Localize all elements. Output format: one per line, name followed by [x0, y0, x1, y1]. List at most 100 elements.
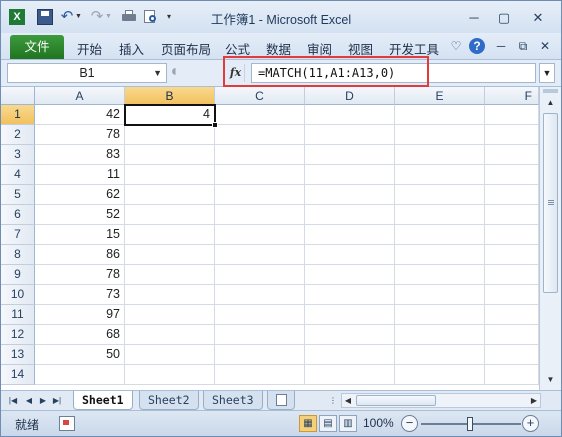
column-header-c[interactable]: C [215, 87, 305, 105]
cell-b2[interactable] [125, 125, 215, 145]
column-header-e[interactable]: E [395, 87, 485, 105]
cell-e14[interactable] [395, 365, 485, 385]
row-header-5[interactable]: 5 [1, 185, 35, 205]
column-header-f[interactable]: F [485, 87, 539, 105]
column-header-d[interactable]: D [305, 87, 395, 105]
scroll-down-icon[interactable]: ▼ [543, 372, 558, 387]
doc-minimize-icon[interactable]: ─ [493, 38, 509, 54]
row-header-4[interactable]: 4 [1, 165, 35, 185]
tab-page-layout[interactable]: 页面布局 [161, 39, 211, 58]
tab-split-icon[interactable]: ⋮ [327, 394, 339, 407]
last-sheet-icon[interactable]: ▶| [51, 394, 63, 407]
fill-handle[interactable] [212, 122, 218, 128]
cell-e10[interactable] [395, 285, 485, 305]
cell-a1[interactable]: 42 [35, 105, 125, 125]
prev-sheet-icon[interactable]: ◀ [23, 394, 35, 407]
row-header-14[interactable]: 14 [1, 365, 35, 385]
zoom-level[interactable]: 100% [363, 416, 394, 430]
cell-c11[interactable] [215, 305, 305, 325]
tab-insert[interactable]: 插入 [119, 39, 144, 58]
cell-d8[interactable] [305, 245, 395, 265]
cell-a8[interactable]: 86 [35, 245, 125, 265]
scroll-up-icon[interactable]: ▲ [543, 95, 558, 110]
page-layout-view-icon[interactable]: ▤ [319, 415, 337, 432]
cell-a13[interactable]: 50 [35, 345, 125, 365]
cell-e7[interactable] [395, 225, 485, 245]
row-header-6[interactable]: 6 [1, 205, 35, 225]
name-box-dropdown-icon[interactable]: ▼ [153, 64, 162, 82]
cell-a7[interactable]: 15 [35, 225, 125, 245]
row-header-13[interactable]: 13 [1, 345, 35, 365]
cell-c12[interactable] [215, 325, 305, 345]
row-header-2[interactable]: 2 [1, 125, 35, 145]
normal-view-icon[interactable]: ▦ [299, 415, 317, 432]
cell-a14[interactable] [35, 365, 125, 385]
cell-a11[interactable]: 97 [35, 305, 125, 325]
cell-f7[interactable] [485, 225, 539, 245]
cell-c3[interactable] [215, 145, 305, 165]
cell-f9[interactable] [485, 265, 539, 285]
horizontal-scroll-thumb[interactable] [356, 395, 436, 406]
cell-c6[interactable] [215, 205, 305, 225]
cell-e12[interactable] [395, 325, 485, 345]
cell-a5[interactable]: 62 [35, 185, 125, 205]
active-cell-b1[interactable] [124, 104, 218, 128]
restore-button[interactable]: ▢ [491, 9, 517, 27]
vertical-scrollbar[interactable]: ▲ ▼ [539, 87, 561, 390]
cell-b5[interactable] [125, 185, 215, 205]
select-all-corner[interactable] [1, 87, 35, 105]
cell-b10[interactable] [125, 285, 215, 305]
expand-formula-bar-icon[interactable]: ▼ [539, 63, 555, 83]
cell-a12[interactable]: 68 [35, 325, 125, 345]
cell-d12[interactable] [305, 325, 395, 345]
scroll-right-icon[interactable]: ▶ [528, 394, 540, 407]
cell-e3[interactable] [395, 145, 485, 165]
cell-c5[interactable] [215, 185, 305, 205]
cell-a10[interactable]: 73 [35, 285, 125, 305]
cell-b12[interactable] [125, 325, 215, 345]
cell-f3[interactable] [485, 145, 539, 165]
help-icon[interactable]: ? [469, 38, 485, 54]
cell-c13[interactable] [215, 345, 305, 365]
row-header-11[interactable]: 11 [1, 305, 35, 325]
cell-f2[interactable] [485, 125, 539, 145]
file-tab[interactable]: 文件 [10, 35, 64, 59]
first-sheet-icon[interactable]: |◀ [7, 394, 19, 407]
cell-f12[interactable] [485, 325, 539, 345]
row-header-8[interactable]: 8 [1, 245, 35, 265]
worksheet-grid[interactable]: A B C D E F 1 42 4 2 78 3 83 4 11 5 62 6 52 7 15 8 86 9 78… [1, 87, 539, 390]
cell-e8[interactable] [395, 245, 485, 265]
cell-e9[interactable] [395, 265, 485, 285]
row-header-10[interactable]: 10 [1, 285, 35, 305]
scroll-left-icon[interactable]: ◀ [342, 394, 354, 407]
cell-c1[interactable] [215, 105, 305, 125]
cell-a9[interactable]: 78 [35, 265, 125, 285]
cell-e6[interactable] [395, 205, 485, 225]
cell-d13[interactable] [305, 345, 395, 365]
column-header-b[interactable]: B [125, 87, 215, 105]
horizontal-scrollbar[interactable]: ◀ ▶ [341, 393, 541, 408]
cell-f11[interactable] [485, 305, 539, 325]
cell-d7[interactable] [305, 225, 395, 245]
cell-b6[interactable] [125, 205, 215, 225]
cell-e2[interactable] [395, 125, 485, 145]
cell-d6[interactable] [305, 205, 395, 225]
cell-b8[interactable] [125, 245, 215, 265]
cell-b7[interactable] [125, 225, 215, 245]
doc-close-icon[interactable]: ✕ [537, 38, 553, 54]
cell-b11[interactable] [125, 305, 215, 325]
minimize-button[interactable]: ─ [461, 9, 487, 27]
zoom-out-button[interactable]: − [401, 415, 418, 432]
zoom-slider-thumb[interactable] [467, 417, 473, 431]
next-sheet-icon[interactable]: ▶ [37, 394, 49, 407]
name-box[interactable]: B1 ▼ [7, 63, 167, 83]
formula-cancel-icon[interactable]: ◖ [169, 64, 185, 82]
vertical-scroll-thumb[interactable] [543, 113, 558, 293]
cell-b14[interactable] [125, 365, 215, 385]
cell-f14[interactable] [485, 365, 539, 385]
cell-f5[interactable] [485, 185, 539, 205]
row-header-1[interactable]: 1 [1, 105, 35, 125]
cell-d5[interactable] [305, 185, 395, 205]
zoom-in-button[interactable]: + [522, 415, 539, 432]
insert-worksheet-icon[interactable] [267, 391, 295, 410]
